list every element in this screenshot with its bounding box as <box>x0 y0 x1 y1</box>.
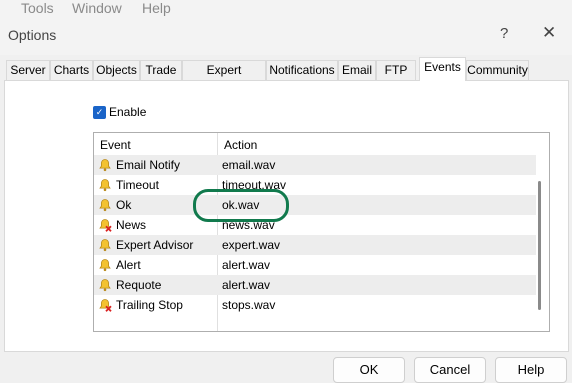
table-row[interactable]: Ok ok.wav <box>94 195 536 215</box>
highlight-annotation <box>193 189 289 222</box>
table-row[interactable]: Timeout timeout.wav <box>94 175 536 195</box>
dialog-titlebar: Options ? ✕ <box>0 17 572 55</box>
events-list: Event Action Email Notify email.wav Time… <box>93 132 550 332</box>
event-name: Requote <box>116 278 162 292</box>
bell-icon <box>99 179 111 192</box>
tab-notifications[interactable]: Notifications <box>266 60 338 80</box>
enable-checkbox[interactable]: ✓ <box>93 106 106 119</box>
menu-bar: Tools Window Help <box>0 0 572 17</box>
help-icon[interactable]: ? <box>500 25 508 42</box>
table-row[interactable]: Alert alert.wav <box>94 255 536 275</box>
menu-window[interactable]: Window <box>72 0 122 17</box>
tab-expert-advisors[interactable]: Expert Advisors <box>182 60 266 96</box>
menu-tools[interactable]: Tools <box>21 0 54 17</box>
tab-email[interactable]: Email <box>338 60 376 80</box>
table-row[interactable]: Trailing Stop stops.wav <box>94 295 536 315</box>
event-name: Email Notify <box>116 158 181 172</box>
event-action: stops.wav <box>222 298 276 312</box>
help-button[interactable]: Help <box>495 357 567 383</box>
event-name: Ok <box>116 198 132 212</box>
tab-strip: Server Charts Objects Trade Expert Advis… <box>0 57 572 96</box>
table-row[interactable]: News news.wav <box>94 215 536 235</box>
bell-icon <box>99 279 111 292</box>
tab-community[interactable]: Community <box>466 60 529 80</box>
table-row[interactable]: Email Notify email.wav <box>94 155 536 175</box>
tab-charts[interactable]: Charts <box>50 60 93 80</box>
table-row[interactable]: Requote alert.wav <box>94 275 536 295</box>
close-icon[interactable]: ✕ <box>542 23 556 43</box>
event-name: Alert <box>116 258 141 272</box>
bell-icon <box>99 159 111 172</box>
bell-icon <box>99 239 111 252</box>
event-action: alert.wav <box>222 258 271 272</box>
ok-button[interactable]: OK <box>333 357 405 383</box>
tab-trade[interactable]: Trade <box>140 60 182 80</box>
event-name: Timeout <box>116 178 159 192</box>
tab-objects[interactable]: Objects <box>93 60 140 80</box>
tab-server[interactable]: Server <box>6 60 50 80</box>
event-action: email.wav <box>222 158 276 172</box>
event-name: Trailing Stop <box>116 298 183 312</box>
vertical-scrollbar[interactable] <box>538 181 541 310</box>
tab-events[interactable]: Events <box>419 57 466 81</box>
event-action: alert.wav <box>222 278 271 292</box>
table-row[interactable]: Expert Advisor expert.wav <box>94 235 536 255</box>
header-event[interactable]: Event <box>100 138 131 152</box>
event-name: Expert Advisor <box>116 238 194 252</box>
cancel-button[interactable]: Cancel <box>414 357 486 383</box>
bell-icon <box>99 199 111 212</box>
event-name: News <box>116 218 147 232</box>
list-header: Event Action <box>94 133 549 331</box>
bell-icon <box>99 259 111 272</box>
dialog-title: Options <box>8 27 57 43</box>
enable-label: Enable <box>109 105 147 119</box>
bell-disabled-icon <box>99 299 112 312</box>
bell-disabled-icon <box>99 219 112 232</box>
menu-help[interactable]: Help <box>142 0 171 17</box>
event-action: expert.wav <box>222 238 281 252</box>
tab-ftp[interactable]: FTP <box>376 60 416 80</box>
header-action[interactable]: Action <box>224 138 257 152</box>
